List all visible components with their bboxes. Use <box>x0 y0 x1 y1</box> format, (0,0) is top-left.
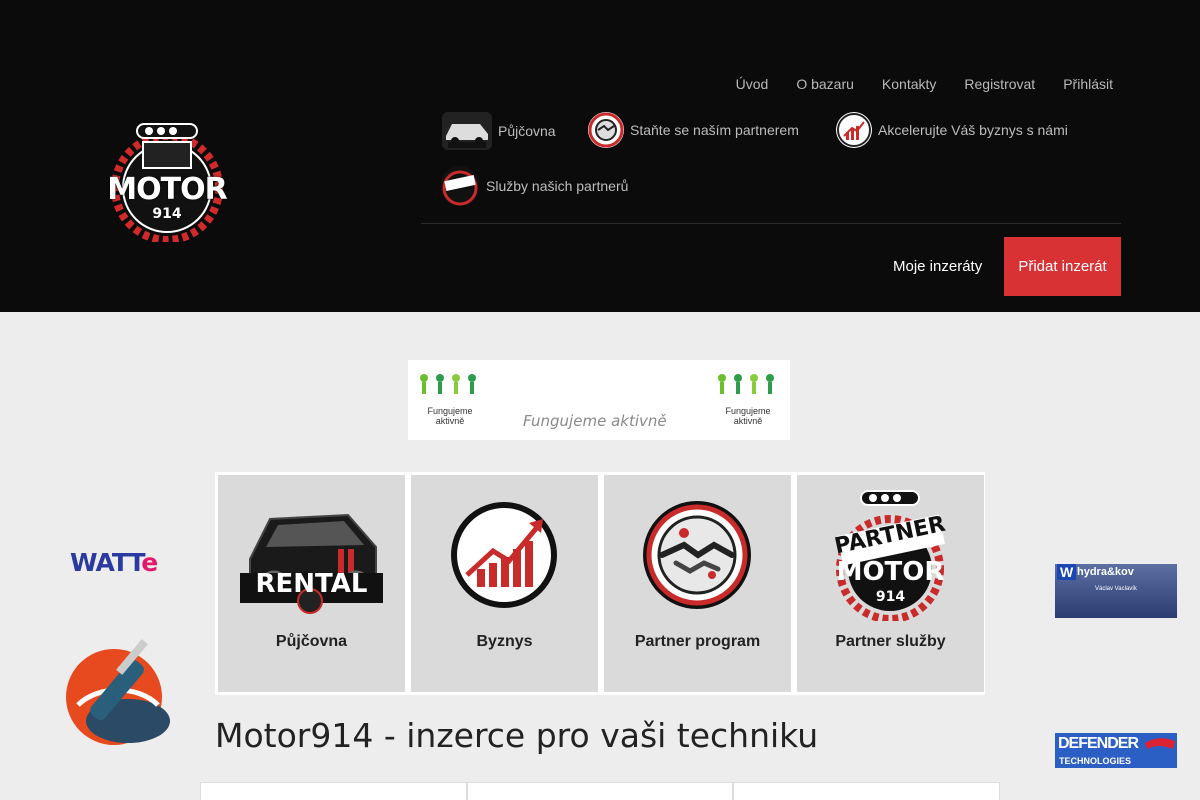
partner-image-motor: MOTOR <box>836 557 945 587</box>
defender-ad[interactable]: DEFENDER TECHNOLOGIES <box>1055 733 1177 768</box>
tile-partner-program[interactable]: Partner program <box>604 475 791 692</box>
secnav-label-partner: Staňte se naším partnerem <box>630 122 799 138</box>
tile-label-byznys: Byznys <box>476 633 533 650</box>
rental-car-image: RENTAL <box>238 489 385 621</box>
rental-car-icon <box>442 112 492 150</box>
add-ad-button[interactable]: Přidat inzerát <box>1004 237 1121 296</box>
watt-ad-name: WATT <box>70 548 142 577</box>
secnav-item-partner[interactable]: Staňte se naším partnerem <box>588 112 799 148</box>
page-title: Motor914 - inzerce pro vaši techniku <box>215 716 819 755</box>
tile-label-pujcovna: Půjčovna <box>275 633 348 650</box>
site-header: MOTOR 914 Úvod O bazaru Kontakty Registr… <box>0 0 1200 312</box>
header-divider <box>421 223 1121 224</box>
tile-partner-sluzby[interactable]: PARTNER MOTOR 914 Partner služby <box>797 475 984 692</box>
hydra-kov-ad[interactable]: W hydra&kov Václav Vaclavík <box>1055 564 1177 618</box>
hydra-person: Václav Vaclavík <box>1095 586 1137 592</box>
nav-o-bazaru[interactable]: O bazaru <box>796 76 854 92</box>
handshake-image <box>624 489 771 621</box>
banner-left-caption: Fungujeme aktivně <box>427 406 473 426</box>
banner-center-text: Fungujeme aktivně <box>523 412 667 430</box>
growth-chart-icon <box>836 112 872 148</box>
partner-motor-icon <box>440 166 480 206</box>
nav-uvod[interactable]: Úvod <box>736 76 769 92</box>
listing-card[interactable] <box>466 782 734 800</box>
secnav-item-akcelerujte[interactable]: Akcelerujte Váš byznys s námi <box>836 112 1068 148</box>
hydra-brand: hydra&kov <box>1077 566 1134 578</box>
growth-chart-image <box>431 489 578 621</box>
defender-swoosh-icon <box>1145 738 1175 749</box>
rental-image-text: RENTAL <box>255 569 368 599</box>
tile-pujcovna[interactable]: RENTAL Půjčovna <box>218 475 405 692</box>
secnav-label-sluzby: Služby našich partnerů <box>486 178 629 194</box>
watt-ad-accent: e <box>141 548 158 577</box>
banner-right-caption: Fungujeme aktivně <box>725 406 771 426</box>
top-nav: Úvod O bazaru Kontakty Registrovat Přihl… <box>736 76 1113 92</box>
nav-prihlasit[interactable]: Přihlásit <box>1063 76 1113 92</box>
defender-brand: DEFENDER <box>1058 735 1139 752</box>
active-figures-icon <box>718 374 774 394</box>
hydra-initial: W <box>1057 564 1077 580</box>
nav-kontakty[interactable]: Kontakty <box>882 76 936 92</box>
watt-ad[interactable]: WATTe <box>70 548 158 577</box>
listing-card[interactable] <box>200 782 467 800</box>
category-tiles: RENTAL Půjčovna Byznys Partner program P… <box>215 472 985 695</box>
partner-image-914: 914 <box>875 589 906 605</box>
defender-sub: TECHNOLOGIES <box>1059 756 1132 766</box>
active-figures-icon <box>420 374 476 394</box>
secnav-label-akcelerujte: Akcelerujte Váš byznys s námi <box>878 122 1068 138</box>
listing-card[interactable] <box>733 782 1001 800</box>
handshake-icon <box>588 112 624 148</box>
logo-text-motor: MOTOR <box>107 172 227 207</box>
tile-byznys[interactable]: Byznys <box>411 475 598 692</box>
status-banner: Fungujeme aktivně Fungujeme aktivně Fung… <box>408 360 790 440</box>
tile-label-partner-sluzby: Partner služby <box>835 633 946 650</box>
tool-logo-ad[interactable] <box>58 635 176 750</box>
motor914-logo[interactable]: MOTOR 914 <box>105 118 229 244</box>
tile-label-partner-program: Partner program <box>634 633 761 650</box>
nav-registrovat[interactable]: Registrovat <box>964 76 1035 92</box>
logo-text-914: 914 <box>152 206 182 222</box>
listing-cards-row <box>200 782 1001 800</box>
partner-motor-image: PARTNER MOTOR 914 <box>817 489 964 623</box>
secnav-item-pujcovna[interactable]: Půjčovna <box>442 112 556 150</box>
secnav-label-pujcovna: Půjčovna <box>498 123 556 139</box>
my-ads-link[interactable]: Moje inzeráty <box>893 258 982 275</box>
secnav-item-sluzby[interactable]: Služby našich partnerů <box>440 166 628 206</box>
